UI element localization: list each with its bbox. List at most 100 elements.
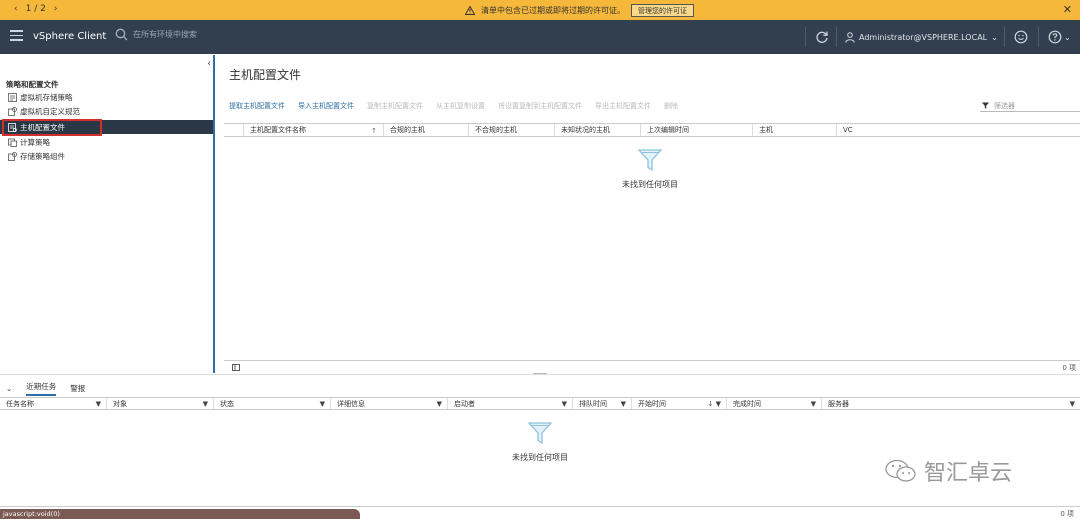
item-count: 0 项 [1062, 364, 1076, 372]
sort-descending-icon: ↓ [707, 400, 714, 408]
user-menu[interactable]: Administrator@VSPHERE.LOCAL ⌄ [845, 32, 998, 43]
column-header-server[interactable]: 服务器 ▼ [822, 398, 1080, 409]
tree-item-vm-storage-policies[interactable]: 虚拟机存储策略 [0, 90, 213, 104]
column-toggle-icon[interactable] [232, 364, 240, 371]
tree-section-title: 策略和配置文件 [6, 80, 59, 89]
column-header-host[interactable]: 主机 [753, 124, 837, 136]
banner-pager: ‹ 1 / 2 › [14, 4, 57, 14]
item-count: 0 项 [1060, 510, 1074, 518]
column-header-start-time[interactable]: 开始时间 ↓ ▼ [632, 398, 727, 409]
tree-item-label: 存储策略组件 [20, 151, 65, 161]
grid-select-column [224, 124, 244, 136]
wechat-icon [885, 459, 916, 482]
duplicate-host-profile-button[interactable]: 复制主机配置文件 [367, 101, 423, 111]
column-header-queued-for[interactable]: 排队时间 ▼ [573, 398, 632, 409]
column-filter-icon[interactable]: ▼ [320, 400, 325, 408]
tree-item-vm-customization-specs[interactable]: 虚拟机自定义规范 [0, 104, 213, 118]
tasks-empty-state: 未找到任何项目 [500, 420, 580, 463]
import-host-profile-button[interactable]: 导入主机配置文件 [298, 101, 354, 111]
export-host-profile-button[interactable]: 导出主机配置文件 [595, 101, 651, 111]
tree-item-label: 计算策略 [20, 137, 50, 147]
global-search[interactable]: 在所有环境中搜索 [115, 28, 197, 41]
help-menu[interactable]: ⌄ [1048, 30, 1071, 44]
search-input[interactable]: 在所有环境中搜索 [133, 29, 197, 40]
chevron-down-icon: ⌄ [1064, 32, 1071, 42]
close-banner-icon[interactable]: ✕ [1063, 3, 1072, 16]
empty-state: 未找到任何项目 [610, 147, 690, 190]
bottom-tabs: ⌄ 近期任务 警报 [6, 381, 85, 396]
banner-next-button[interactable]: › [54, 4, 58, 14]
collapse-navigator-icon[interactable]: ‹ [207, 59, 211, 69]
column-filter-icon[interactable]: ▼ [96, 400, 101, 408]
copy-settings-to-profile-button[interactable]: 将设置复制到主机配置文件 [498, 101, 582, 111]
column-filter-icon[interactable]: ▼ [203, 400, 208, 408]
column-header-initiator[interactable]: 启动者 ▼ [448, 398, 573, 409]
filter-icon [982, 102, 989, 109]
tab-alarms[interactable]: 警报 [70, 383, 85, 394]
column-filter-icon[interactable]: ▼ [811, 400, 816, 408]
tree-item-compute-policies[interactable]: 计算策略 [0, 135, 213, 149]
column-header-profile-name[interactable]: 主机配置文件名称 ↑ [244, 124, 384, 136]
customization-spec-icon [8, 106, 17, 116]
user-name: Administrator@VSPHERE.LOCAL [859, 33, 988, 42]
filter-field[interactable]: 筛选器 [980, 100, 1080, 112]
column-filter-icon[interactable]: ▼ [437, 400, 442, 408]
compute-policy-icon [8, 138, 17, 147]
column-header-vc[interactable]: VC [837, 124, 1080, 136]
tree-item-storage-policy-components[interactable]: 存储策略组件 [0, 149, 213, 163]
header-divider [836, 27, 837, 47]
column-filter-icon[interactable]: ▼ [562, 400, 567, 408]
storage-component-icon [8, 151, 17, 161]
app-brand[interactable]: vSphere Client [33, 31, 106, 42]
chevron-down-icon[interactable]: ⌄ [6, 384, 12, 393]
watermark: 智汇卓云 [884, 455, 1012, 487]
storage-policy-icon [8, 92, 17, 102]
manage-licenses-button[interactable]: 管理您的许可证 [631, 4, 694, 17]
empty-filter-icon [527, 422, 553, 445]
column-header-task-name[interactable]: 任务名称 ▼ [0, 398, 107, 409]
license-banner: ‹ 1 / 2 › 清单中包含已过期或即将过期的许可证。 管理您的许可证 ✕ [0, 0, 1080, 20]
column-filter-icon[interactable]: ↓ ▼ [708, 400, 721, 408]
column-header-status[interactable]: 状态 ▼ [214, 398, 331, 409]
delete-button[interactable]: 删除 [664, 101, 678, 111]
tasks-panel: ⌄ 近期任务 警报 任务名称 ▼ 对象 ▼ 状态 ▼ 详细信息 ▼ 启动者 ▼ 排队时间 ▼… [0, 374, 1080, 519]
extract-host-profile-button[interactable]: 提取主机配置文件 [229, 101, 285, 111]
page-title: 主机配置文件 [229, 68, 302, 82]
banner-prev-button[interactable]: ‹ [14, 4, 18, 14]
column-header-unknown-hosts[interactable]: 未知状况的主机 [555, 124, 641, 136]
browser-status-bar: javascript:void(0) [0, 509, 360, 519]
header-divider [805, 27, 806, 47]
grid-header: 主机配置文件名称 ↑ 合规的主机 不合规的主机 未知状况的主机 上次编辑时间 主… [224, 123, 1080, 137]
chevron-down-icon: ⌄ [991, 33, 998, 42]
column-header-target[interactable]: 对象 ▼ [107, 398, 214, 409]
banner-page-indicator: 1 / 2 [25, 4, 46, 14]
column-filter-icon[interactable]: ▼ [621, 400, 626, 408]
column-header-completion-time[interactable]: 完成时间 ▼ [727, 398, 822, 409]
user-icon [845, 32, 855, 43]
column-header-noncompliant-hosts[interactable]: 不合规的主机 [469, 124, 555, 136]
empty-state-text: 未找到任何项目 [622, 180, 678, 189]
column-filter-icon[interactable]: ▼ [1070, 400, 1075, 408]
help-icon [1048, 30, 1062, 44]
tree-item-label: 虚拟机存储策略 [20, 92, 73, 102]
header-divider [1004, 27, 1005, 47]
column-header-last-modified[interactable]: 上次编辑时间 [641, 124, 753, 136]
column-header-details[interactable]: 详细信息 ▼ [331, 398, 448, 409]
empty-state-text: 未找到任何项目 [512, 453, 568, 462]
watermark-text: 智汇卓云 [924, 461, 1013, 486]
filter-input[interactable]: 筛选器 [994, 101, 1015, 111]
selection-highlight-box [2, 119, 102, 136]
column-header-compliant-hosts[interactable]: 合规的主机 [384, 124, 469, 136]
top-header: vSphere Client 在所有环境中搜索 Administrator@VS… [0, 20, 1080, 54]
refresh-icon[interactable] [815, 30, 829, 44]
feedback-smiley-icon[interactable] [1014, 30, 1028, 44]
copy-settings-from-host-button[interactable]: 从主机复制设置 [436, 101, 485, 111]
tab-recent-tasks[interactable]: 近期任务 [26, 381, 57, 396]
grid-footer: 0 项 [224, 360, 1080, 373]
tasks-grid-header: 任务名称 ▼ 对象 ▼ 状态 ▼ 详细信息 ▼ 启动者 ▼ 排队时间 ▼ 开始时间 ↓ ▼ 完… [0, 397, 1080, 410]
banner-message: 清单中包含已过期或即将过期的许可证。 [481, 6, 625, 15]
hamburger-menu-icon[interactable] [10, 30, 23, 41]
search-icon [115, 28, 128, 41]
actions-toolbar: 提取主机配置文件 导入主机配置文件 复制主机配置文件 从主机复制设置 将设置复制… [229, 101, 678, 111]
host-profiles-panel: 主机配置文件 提取主机配置文件 导入主机配置文件 复制主机配置文件 从主机复制设… [217, 55, 1080, 373]
